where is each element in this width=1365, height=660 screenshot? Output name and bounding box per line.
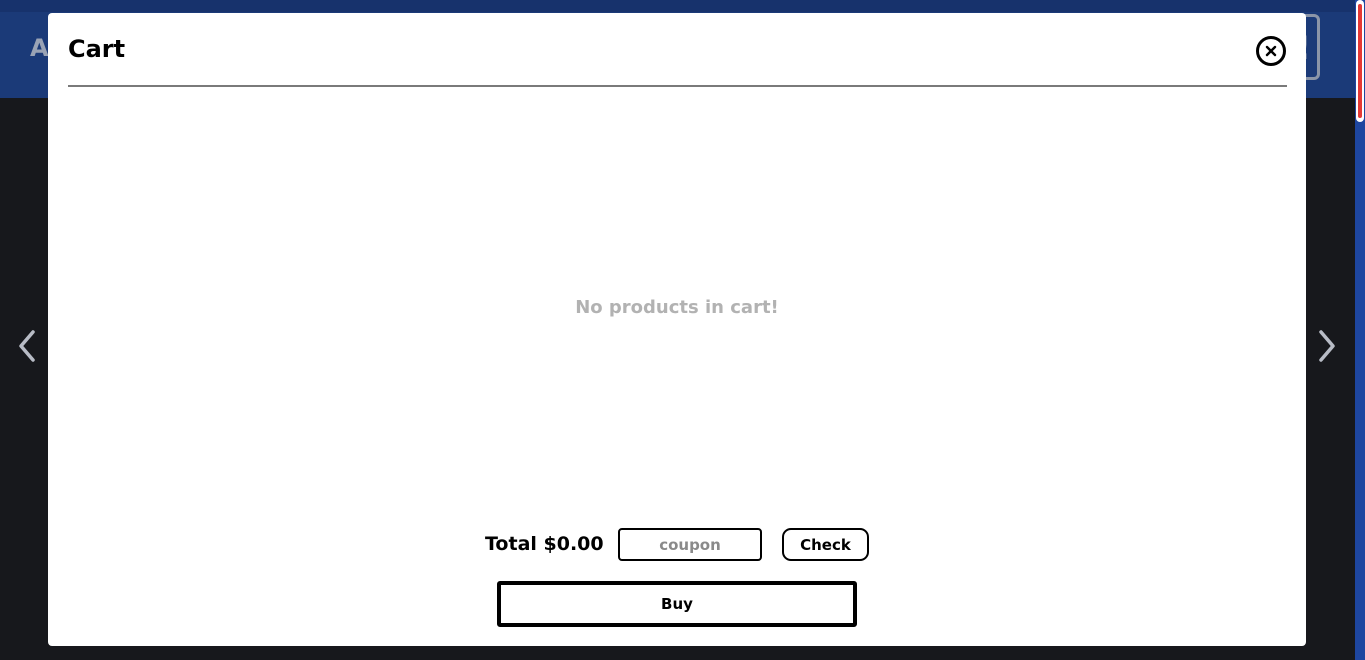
- coupon-input[interactable]: [618, 528, 762, 561]
- page-scrollbar[interactable]: [1355, 0, 1365, 660]
- empty-cart-message: No products in cart!: [575, 297, 779, 318]
- check-coupon-button[interactable]: Check: [782, 528, 869, 561]
- close-icon: [1265, 45, 1277, 57]
- modal-title: Cart: [68, 35, 126, 63]
- scrollbar-thumb[interactable]: [1356, 0, 1364, 122]
- modal-divider: [68, 85, 1287, 87]
- header-top-strip: [0, 0, 1355, 12]
- close-modal-button[interactable]: [1256, 36, 1286, 66]
- cart-modal: Cart No products in cart! Total $0.00 Ch…: [48, 13, 1306, 646]
- carousel-prev-arrow[interactable]: [16, 328, 40, 364]
- carousel-next-arrow[interactable]: [1314, 328, 1338, 364]
- chevron-right-icon: [1319, 330, 1335, 362]
- chevron-left-icon: [19, 330, 35, 362]
- cart-total: Total $0.00: [485, 533, 604, 555]
- buy-button[interactable]: Buy: [497, 581, 857, 627]
